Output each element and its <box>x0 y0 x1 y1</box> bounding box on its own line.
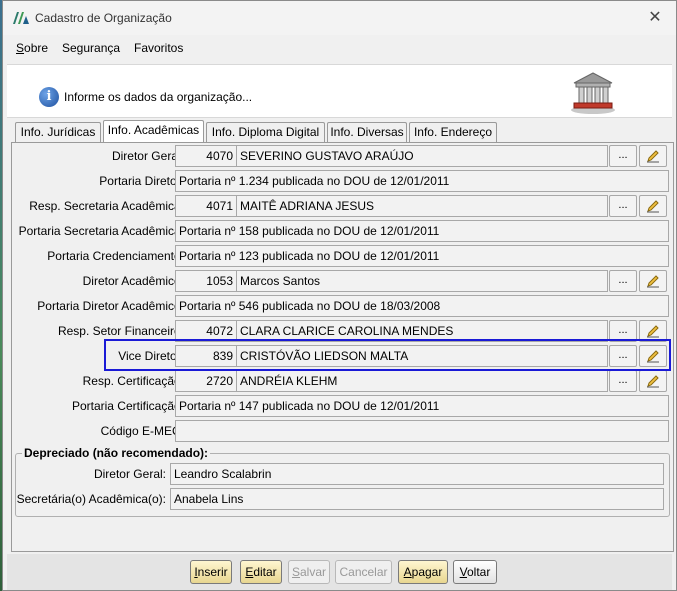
deprecated-diretor-field[interactable]: Leandro Scalabrin <box>170 463 664 485</box>
row-portaria-credenciamento: Portaria Credenciamento: Portaria nº 123… <box>3 245 676 267</box>
resp-secretaria-label: Resp. Secretaria Acadêmica: <box>29 199 184 213</box>
deprecated-group: Depreciado (não recomendado): Diretor Ge… <box>15 446 670 517</box>
deprecated-diretor-label: Diretor Geral: <box>93 467 166 481</box>
resp-certificacao-name[interactable]: ANDRÉIA KLEHM <box>236 370 608 392</box>
deprecated-secretaria-label: Secretária(o) Acadêmica(o): <box>16 492 166 506</box>
title-bar: Cadastro de Organização ✕ <box>3 1 676 35</box>
diretor-academico-name[interactable]: Marcos Santos <box>236 270 608 292</box>
info-icon: i <box>39 87 59 107</box>
organization-building-icon <box>571 72 615 114</box>
resp-secretaria-edit-button[interactable] <box>639 195 667 217</box>
action-bar: Inserir Editar Salvar Cancelar Apagar Vo… <box>7 554 672 590</box>
tab-info-endereco[interactable]: Info. Endereço <box>409 122 497 142</box>
inserir-button[interactable]: Inserir <box>190 560 232 584</box>
pencil-icon <box>647 150 659 163</box>
resp-secretaria-search-button[interactable]: ... <box>609 195 637 217</box>
diretor-academico-search-button[interactable]: ... <box>609 270 637 292</box>
diretor-academico-label: Diretor Acadêmico: <box>82 274 184 288</box>
resp-certificacao-search-button[interactable]: ... <box>609 370 637 392</box>
diretor-academico-edit-button[interactable] <box>639 270 667 292</box>
info-message: Informe os dados da organização... <box>64 90 253 104</box>
resp-financeiro-name[interactable]: CLARA CLARICE CAROLINA MENDES <box>236 320 608 342</box>
portaria-secretaria-field[interactable]: Portaria nº 158 publicada no DOU de 12/0… <box>175 220 669 242</box>
diretor-academico-code[interactable]: 1053 <box>175 270 237 292</box>
cancelar-button[interactable]: Cancelar <box>335 560 392 584</box>
resp-financeiro-search-button[interactable]: ... <box>609 320 637 342</box>
codigo-emec-field[interactable] <box>175 420 669 442</box>
tab-info-academicas[interactable]: Info. Acadêmicas <box>103 120 204 142</box>
diretor-geral-label: Diretor Geral: <box>111 149 184 163</box>
diretor-geral-code[interactable]: 4070 <box>175 145 237 167</box>
window-title: Cadastro de Organização <box>35 11 172 25</box>
app-logo-icon <box>13 12 29 24</box>
deprecated-secretaria-field[interactable]: Anabela Lins <box>170 488 664 510</box>
portaria-certificacao-field[interactable]: Portaria nº 147 publicada no DOU de 12/0… <box>175 395 669 417</box>
resp-certificacao-label: Resp. Certificação: <box>82 374 184 388</box>
main-window: Cadastro de Organização ✕ Sobre Seguranç… <box>2 0 677 591</box>
row-portaria-diretor: Portaria Diretor: Portaria nº 1.234 publ… <box>3 170 676 192</box>
resp-certificacao-code[interactable]: 2720 <box>175 370 237 392</box>
tab-info-diversas[interactable]: Info. Diversas <box>327 122 407 142</box>
vice-diretor-search-button[interactable]: ... <box>609 345 637 367</box>
pencil-icon <box>647 200 659 213</box>
editar-button[interactable]: Editar <box>240 560 282 584</box>
vice-diretor-name[interactable]: CRISTÓVÃO LIEDSON MALTA <box>236 345 608 367</box>
vice-diretor-code[interactable]: 839 <box>175 345 237 367</box>
portaria-diretor-field[interactable]: Portaria nº 1.234 publicada no DOU de 12… <box>175 170 669 192</box>
portaria-diretor-academico-field[interactable]: Portaria nº 546 publicada no DOU de 18/0… <box>175 295 669 317</box>
voltar-button[interactable]: Voltar <box>453 560 497 584</box>
vice-diretor-edit-button[interactable] <box>639 345 667 367</box>
resp-financeiro-code[interactable]: 4072 <box>175 320 237 342</box>
resp-secretaria-name[interactable]: MAITÊ ADRIANA JESUS <box>236 195 608 217</box>
close-icon[interactable]: ✕ <box>644 7 666 29</box>
row-resp-financeiro: Resp. Setor Financeiro: 4072 CLARA CLARI… <box>3 320 676 342</box>
row-codigo-emec: Código E-MEC: <box>3 420 676 442</box>
portaria-certificacao-label: Portaria Certificação: <box>71 399 184 413</box>
menu-seguranca[interactable]: Segurança <box>62 41 120 55</box>
apagar-button[interactable]: Apagar <box>398 560 448 584</box>
menu-bar: Sobre Segurança Favoritos <box>3 37 676 59</box>
codigo-emec-label: Código E-MEC: <box>100 424 184 438</box>
menu-favoritos[interactable]: Favoritos <box>134 41 183 55</box>
pencil-icon <box>647 375 659 388</box>
tab-info-diploma-digital[interactable]: Info. Diploma Digital <box>206 122 325 142</box>
portaria-credenciamento-field[interactable]: Portaria nº 123 publicada no DOU de 12/0… <box>175 245 669 267</box>
portaria-diretor-label: Portaria Diretor: <box>99 174 184 188</box>
resp-certificacao-edit-button[interactable] <box>639 370 667 392</box>
row-vice-diretor: Vice Diretor: 839 CRISTÓVÃO LIEDSON MALT… <box>3 345 676 367</box>
pencil-icon <box>647 350 659 363</box>
row-resp-secretaria: Resp. Secretaria Acadêmica: 4071 MAITÊ A… <box>3 195 676 217</box>
row-portaria-secretaria: Portaria Secretaria Acadêmica: Portaria … <box>3 220 676 242</box>
resp-financeiro-edit-button[interactable] <box>639 320 667 342</box>
row-diretor-academico: Diretor Acadêmico: 1053 Marcos Santos ..… <box>3 270 676 292</box>
pencil-icon <box>647 275 659 288</box>
resp-financeiro-label: Resp. Setor Financeiro: <box>57 324 184 338</box>
portaria-diretor-academico-label: Portaria Diretor Acadêmico: <box>37 299 184 313</box>
pencil-icon <box>647 325 659 338</box>
portaria-secretaria-label: Portaria Secretaria Acadêmica: <box>18 224 184 238</box>
resp-secretaria-code[interactable]: 4071 <box>175 195 237 217</box>
menu-sobre[interactable]: Sobre <box>16 41 48 55</box>
row-portaria-certificacao: Portaria Certificação: Portaria nº 147 p… <box>3 395 676 417</box>
row-diretor-geral: Diretor Geral: 4070 SEVERINO GUSTAVO ARA… <box>3 145 676 167</box>
tab-info-juridicas[interactable]: Info. Jurídicas <box>15 122 101 142</box>
deprecated-legend: Depreciado (não recomendado): <box>22 446 211 460</box>
diretor-geral-name[interactable]: SEVERINO GUSTAVO ARAÚJO <box>236 145 608 167</box>
salvar-button[interactable]: Salvar <box>288 560 330 584</box>
portaria-credenciamento-label: Portaria Credenciamento: <box>47 249 184 263</box>
diretor-geral-search-button[interactable]: ... <box>609 145 637 167</box>
info-header: i Informe os dados da organização... <box>7 64 672 118</box>
row-resp-certificacao: Resp. Certificação: 2720 ANDRÉIA KLEHM .… <box>3 370 676 392</box>
diretor-geral-edit-button[interactable] <box>639 145 667 167</box>
row-portaria-diretor-academico: Portaria Diretor Acadêmico: Portaria nº … <box>3 295 676 317</box>
